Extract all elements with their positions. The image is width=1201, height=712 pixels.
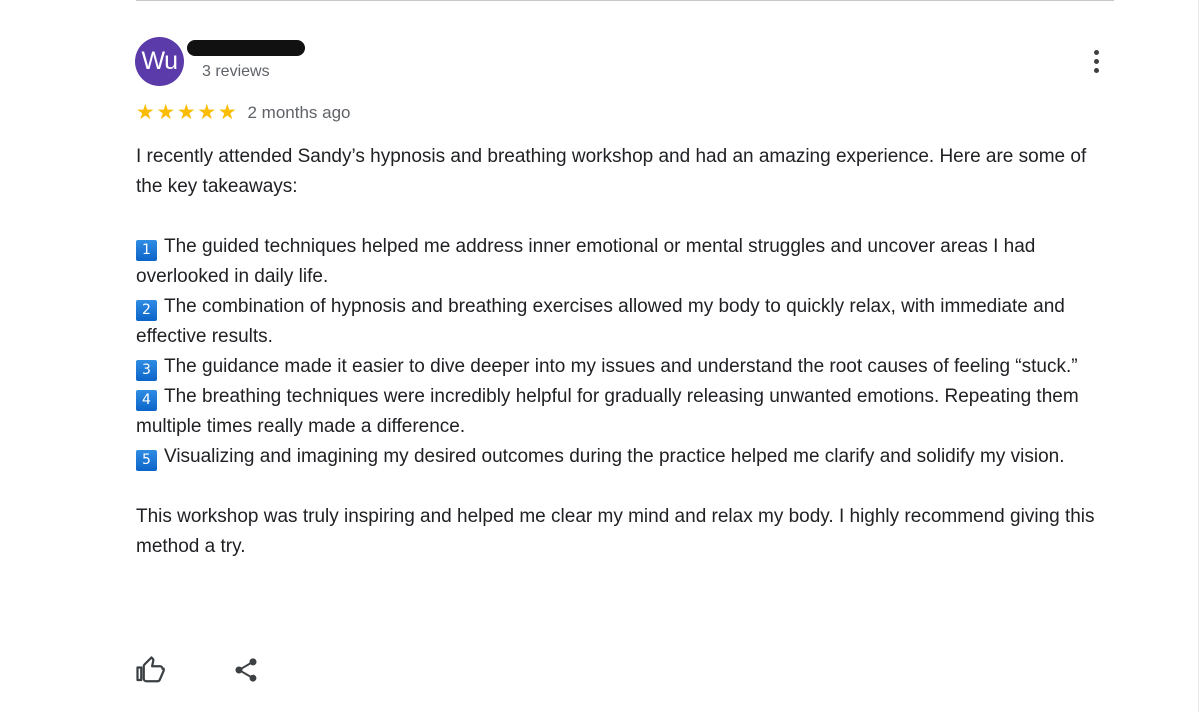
reviewer-name-redacted[interactable] [187,40,305,56]
list-item: 5 Visualizing and imagining my desired ou… [136,442,1111,472]
thumb-up-icon [136,656,165,683]
review-date: 2 months ago [247,103,351,122]
list-item: 3 The guidance made it easier to dive dee… [136,352,1111,382]
top-divider [136,0,1114,1]
keycap-5-icon: 5 [136,450,157,471]
review-count[interactable]: 3 reviews [202,63,270,81]
avatar[interactable]: Wu [135,37,184,86]
list-item-text: Visualizing and imagining my desired out… [164,446,1065,467]
rating-row: ★ ★ ★ ★ ★ 2 months ago [135,101,351,125]
list-item-text: The guided techniques helped me address … [136,236,1036,287]
more-vert-icon [1093,49,1099,73]
list-item: 4 The breathing techniques were incredibl… [136,382,1111,442]
share-icon [235,658,257,682]
review-conclusion: This workshop was truly inspiring and he… [136,506,1095,557]
like-button[interactable] [134,654,166,686]
keycap-2-icon: 2 [136,300,157,321]
list-item-text: The combination of hypnosis and breathin… [136,296,1065,347]
star-rating: ★ ★ ★ ★ ★ [135,102,238,124]
review-text: I recently attended Sandy’s hypnosis and… [136,142,1111,562]
share-button[interactable] [230,654,262,686]
star-icon: ★ [197,101,217,124]
star-icon: ★ [176,101,196,124]
takeaways-list: 1 The guided techniques helped me address… [136,232,1111,472]
star-icon: ★ [156,101,176,124]
review-actions [136,654,262,686]
star-icon: ★ [135,101,155,124]
keycap-1-icon: 1 [136,240,157,261]
review-card: Wu 3 reviews ★ ★ ★ ★ ★ 2 months ago I recent… [0,0,1201,712]
keycap-4-icon: 4 [136,390,157,411]
list-item-text: The breathing techniques were incredibly… [136,386,1079,437]
review-intro: I recently attended Sandy’s hypnosis and… [136,146,1087,197]
scroll-edge [1198,0,1199,712]
list-item: 1 The guided techniques helped me address… [136,232,1111,292]
keycap-3-icon: 3 [136,360,157,381]
more-options-button[interactable] [1084,46,1108,76]
star-icon: ★ [217,101,237,124]
list-item-text: The guidance made it easier to dive deep… [164,356,1078,377]
list-item: 2 The combination of hypnosis and breathi… [136,292,1111,352]
